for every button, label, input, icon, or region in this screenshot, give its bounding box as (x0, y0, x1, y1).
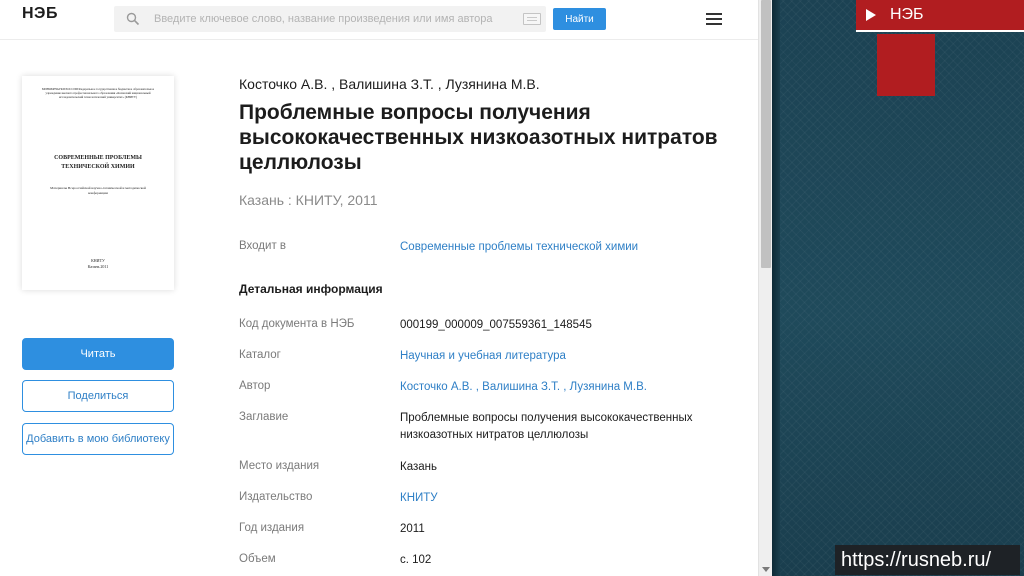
field-value-publisher-link[interactable]: КНИТУ (400, 490, 730, 507)
field-value-year: 2011 (400, 523, 425, 535)
field-label-doc-code: Код документа в НЭБ (239, 318, 355, 330)
read-button[interactable]: Читать (22, 338, 174, 370)
field-label-volume: Объем (239, 553, 276, 565)
scroll-thumb[interactable] (761, 0, 771, 268)
field-value-place: Казань (400, 461, 437, 473)
field-value-doc-code: 000199_000009_007559361_148545 (400, 319, 592, 331)
field-value-volume: с. 102 (400, 554, 432, 566)
hamburger-menu-icon[interactable] (706, 13, 722, 26)
page-scrollbar[interactable] (758, 0, 772, 576)
field-label-catalog: Каталог (239, 349, 281, 361)
record-authors: Косточко А.В. , Валишина З.Т. , Лузянина… (239, 76, 540, 92)
cover-footer: КНИТУ Казань 2011 (42, 258, 154, 270)
search-box (114, 6, 546, 32)
share-button[interactable]: Поделиться (22, 380, 174, 412)
slide-nav-label: НЭБ (890, 6, 924, 23)
top-bar: НЭБ Найти (0, 0, 758, 40)
field-label-author: Автор (239, 380, 271, 392)
search-input[interactable] (154, 10, 514, 28)
cover-place-year: Казань 2011 (87, 264, 109, 269)
field-value-catalog-link[interactable]: Научная и учебная литература (400, 348, 730, 365)
play-icon (866, 9, 876, 21)
slide-edge (772, 0, 780, 576)
field-label-year: Год издания (239, 522, 305, 534)
field-label-publisher: Издательство (239, 491, 313, 503)
library-page: НЭБ Найти МИНОБРНАУКИ РОССИИ Федеральное… (0, 0, 758, 576)
cover-subtitle-text: Материалы Всероссийской научно-техническ… (50, 186, 146, 195)
book-cover-image[interactable]: МИНОБРНАУКИ РОССИИ Федеральное государст… (22, 76, 174, 290)
slide-red-accent (877, 34, 935, 96)
slide-nav-tab[interactable]: НЭБ (856, 0, 1024, 32)
site-url-label: https://rusneb.ru/ (835, 545, 1020, 575)
field-value-title: Проблемные вопросы получения высококачес… (400, 412, 693, 441)
add-to-library-button[interactable]: Добавить в мою библиотеку (22, 423, 174, 455)
record-title: Проблемные вопросы получения высококачес… (239, 101, 718, 174)
neb-logo[interactable]: НЭБ (22, 5, 58, 23)
cover-header-text: МИНОБРНАУКИ РОССИИ Федеральное государст… (41, 87, 155, 99)
field-label-place: Место издания (239, 460, 320, 472)
field-value-author-link[interactable]: Косточко А.В. , Валишина З.Т. , Лузянина… (400, 379, 730, 396)
field-label-title: Заглавие (239, 411, 289, 423)
keyboard-icon[interactable] (523, 13, 541, 25)
part-of-link[interactable]: Современные проблемы технической химии (400, 239, 730, 256)
scroll-down-arrow-icon[interactable] (762, 567, 770, 572)
details-heading: Детальная информация (239, 282, 383, 296)
find-button[interactable]: Найти (553, 8, 606, 30)
record-imprint: Казань : КНИТУ, 2011 (239, 192, 378, 208)
search-icon (126, 12, 140, 26)
cover-title-text: СОВРЕМЕННЫЕ ПРОБЛЕМЫ ТЕХНИЧЕСКОЙ ХИМИИ (54, 155, 142, 170)
part-of-label: Входит в (239, 240, 287, 252)
